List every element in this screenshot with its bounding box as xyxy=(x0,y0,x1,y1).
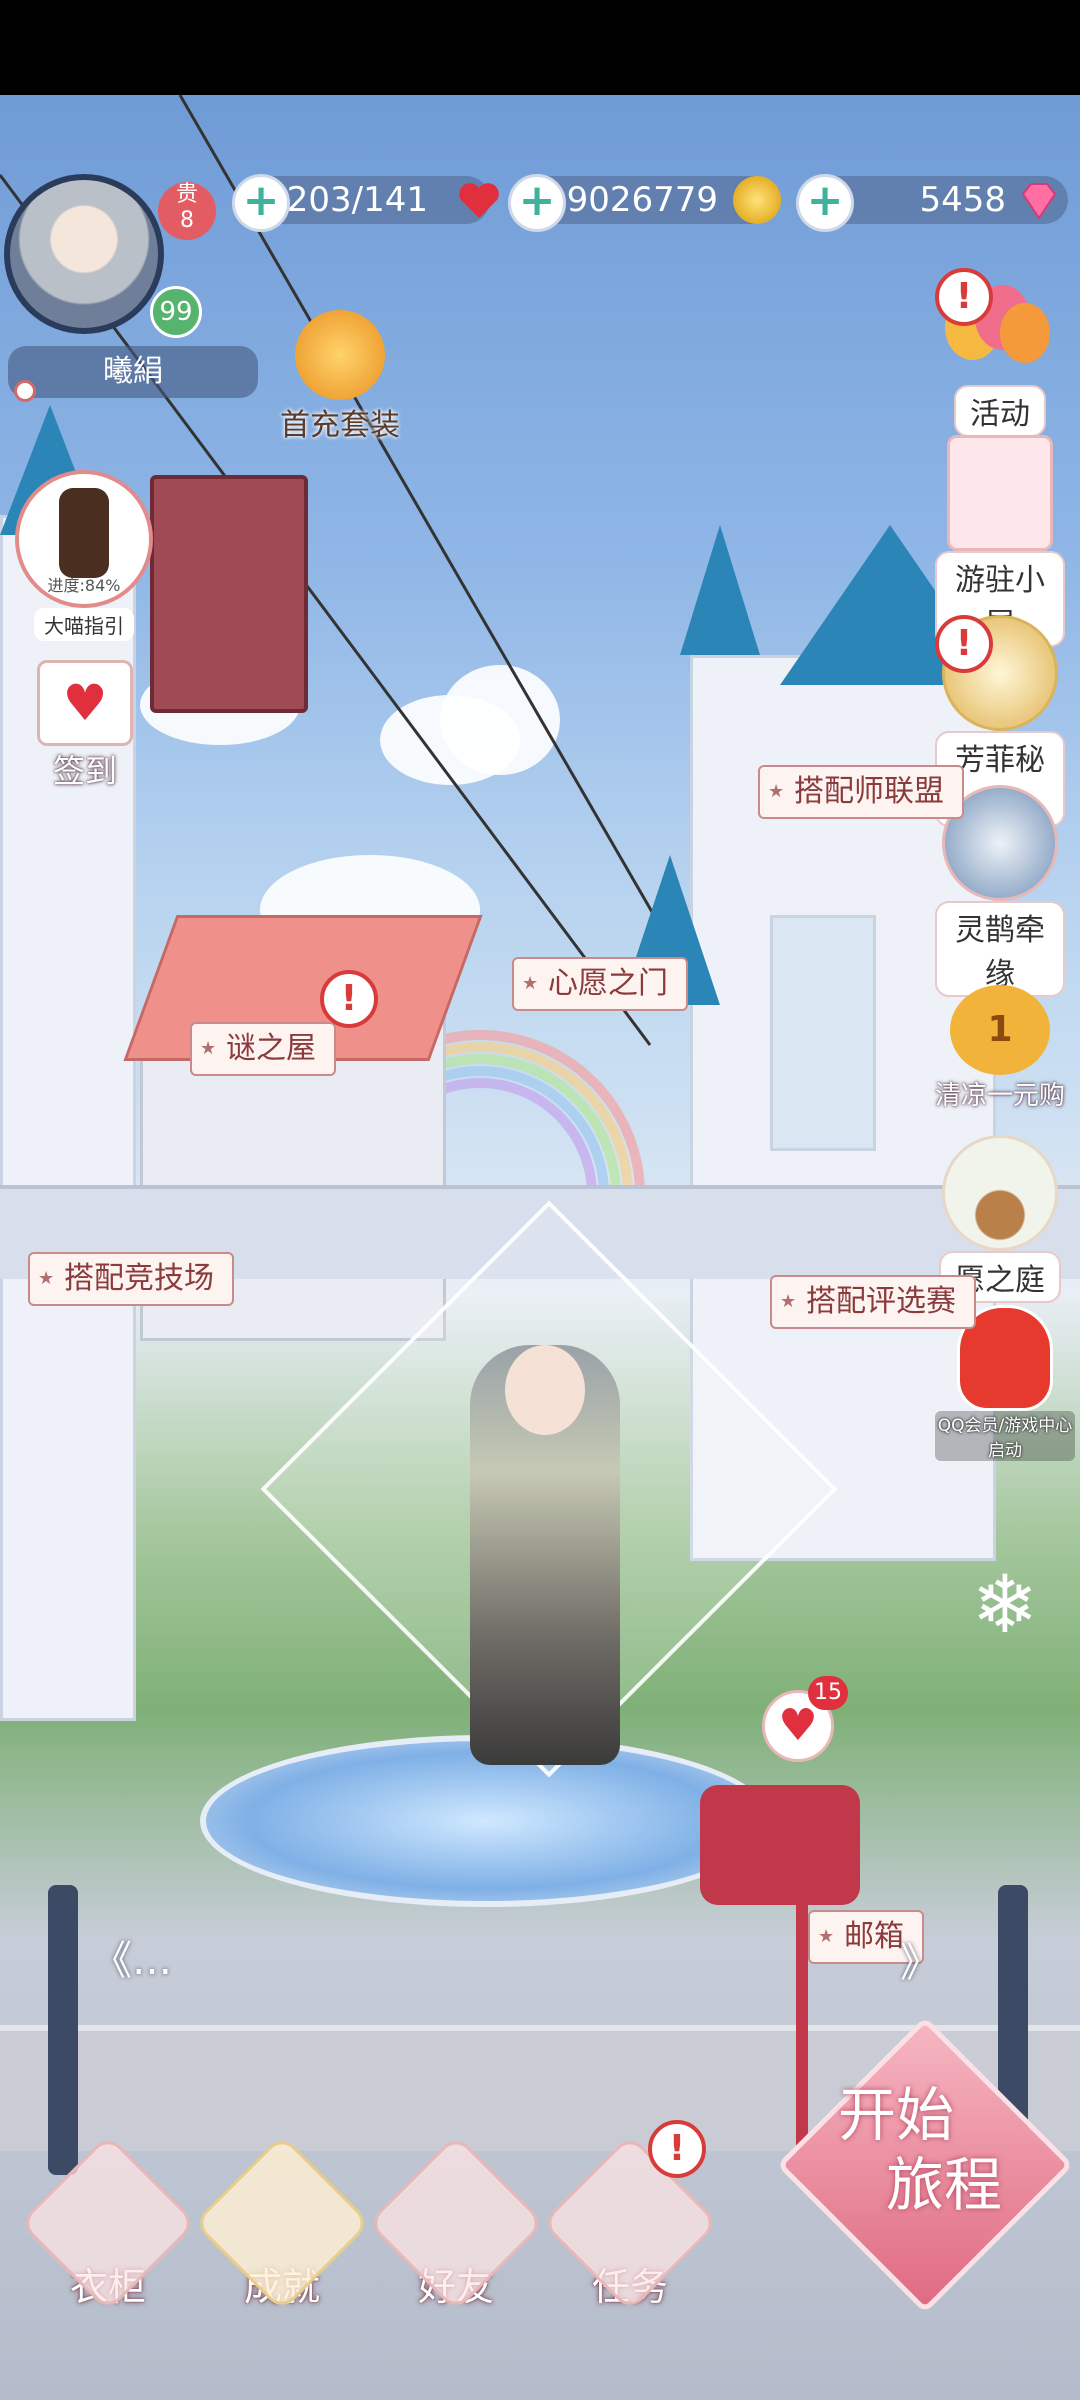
pig-icon xyxy=(295,310,385,400)
activity-label: 活动 xyxy=(954,385,1046,437)
diamond-value: 5458 xyxy=(919,180,1006,220)
vip-badge[interactable]: 贵 8 xyxy=(158,182,216,240)
checkin-label: 签到 xyxy=(52,752,117,790)
castle-window xyxy=(770,915,876,1151)
letter-icon xyxy=(947,435,1053,551)
wardrobe-button[interactable]: 衣柜 xyxy=(18,2133,198,2313)
player-name-text: 曦絹 xyxy=(103,354,163,389)
mailbox-post xyxy=(796,1895,808,2165)
player-avatar[interactable] xyxy=(4,174,164,334)
add-diamond-button[interactable]: + xyxy=(796,174,854,232)
scene-prev-button[interactable]: 《… xyxy=(92,1928,172,1986)
mail-count-badge: 15 xyxy=(808,1676,848,1710)
castle-roof xyxy=(680,525,760,655)
one-yuan-label: 清凉一元购 xyxy=(935,1081,1066,1111)
mystery-house-sign[interactable]: 谜之屋 xyxy=(190,1022,336,1076)
first-recharge-label: 首充套装 xyxy=(280,408,400,443)
wish-gate-sign[interactable]: 心愿之门 xyxy=(512,957,688,1011)
chevron-left-icon: 《… xyxy=(92,1938,172,1984)
level-badge: 99 xyxy=(150,286,202,338)
guide-label: 大喵指引 xyxy=(34,608,134,641)
selection-sign[interactable]: 搭配评选赛 xyxy=(770,1275,976,1329)
one-yuan-button[interactable]: 1 清凉一元购 xyxy=(935,985,1065,1112)
chevron-right-icon: 》 xyxy=(900,1940,940,1986)
first-recharge-button[interactable]: 首充套装 xyxy=(280,310,400,444)
player-name[interactable]: 曦絹 xyxy=(8,346,258,398)
guide-button[interactable]: 进度:84% 大喵指引 xyxy=(14,470,154,641)
diamond-icon xyxy=(1015,176,1063,224)
coin-icon xyxy=(733,176,781,224)
level-value: 99 xyxy=(159,297,193,327)
secret-realm-alert-icon: ! xyxy=(935,615,993,673)
stamina-value: 203/141 xyxy=(286,180,428,220)
mystery-house-alert-icon: ! xyxy=(320,970,378,1028)
stylist-league-sign[interactable]: 搭配师联盟 xyxy=(758,765,964,819)
calendar-heart-icon: ♥ xyxy=(37,660,133,746)
add-gold-button[interactable]: + xyxy=(508,174,566,232)
guide-progress: 进度:84% xyxy=(47,576,121,595)
character-face xyxy=(505,1345,585,1435)
qq-vip-label: QQ会员/游戏中心启动 xyxy=(935,1411,1075,1461)
cable-car xyxy=(150,475,308,713)
guide-icon: 进度:84% xyxy=(15,470,153,608)
vip-level: 8 xyxy=(180,208,194,233)
checkin-button[interactable]: ♥ 签到 xyxy=(30,660,140,792)
lamp-post xyxy=(48,1885,78,2175)
mail-count: 15 xyxy=(814,1680,842,1705)
sprout-icon xyxy=(942,1135,1058,1251)
friends-button[interactable]: 好友 xyxy=(366,2133,546,2313)
add-stamina-button[interactable]: + xyxy=(232,174,290,232)
plus-icon: + xyxy=(806,175,844,226)
start-line2: 旅程 xyxy=(886,2151,1003,2219)
tasks-alert-icon: ! xyxy=(648,2120,706,2178)
coin-pig-icon: 1 xyxy=(950,985,1050,1075)
vip-label: 贵 xyxy=(175,182,198,207)
plus-icon: + xyxy=(518,175,556,226)
start-journey-text: 开始 旅程 xyxy=(838,2080,1002,2220)
activity-alert-icon: ! xyxy=(935,268,993,326)
heart-icon xyxy=(455,176,503,224)
arena-sign[interactable]: 搭配竞技场 xyxy=(28,1252,234,1306)
hair-icon xyxy=(59,488,109,578)
location-pin-icon xyxy=(14,380,36,402)
tasks-button[interactable]: 任务 xyxy=(540,2133,720,2313)
magpie-label: 灵鹊牵缘 xyxy=(935,901,1065,997)
gold-value: 9026779 xyxy=(566,180,718,220)
achievement-button[interactable]: 成就 xyxy=(192,2133,372,2313)
plus-icon: + xyxy=(242,175,280,226)
snowflake-icon[interactable]: ❄ xyxy=(960,1560,1050,1650)
mailbox[interactable] xyxy=(700,1785,860,1905)
scene-next-button[interactable]: 》 xyxy=(900,1930,940,1988)
one-yuan-badge: 1 xyxy=(987,1009,1013,1050)
start-line1: 开始 xyxy=(838,2081,955,2149)
